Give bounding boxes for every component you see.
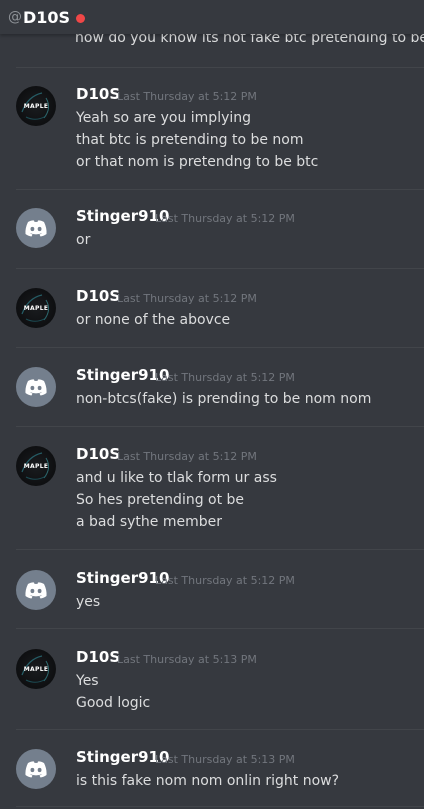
avatar[interactable]: MAPLE — [16, 288, 56, 328]
at-symbol: @ — [8, 9, 22, 25]
clipped-message-text: how do you know its not fake btc pretend… — [75, 32, 424, 46]
message-divider — [16, 189, 424, 190]
message-divider — [16, 549, 424, 550]
timestamp: Last Thursday at 5:13 PM — [117, 653, 257, 666]
message-content: yes — [76, 591, 100, 613]
username[interactable]: D10S — [76, 648, 120, 666]
username[interactable]: D10S — [76, 85, 120, 103]
message-content: non-btcs(fake) is prending to be nom nom — [76, 388, 371, 410]
username[interactable]: D10S — [76, 445, 120, 463]
message-line: and u like to tlak form ur ass — [76, 470, 277, 486]
channel-title[interactable]: D10S — [23, 8, 70, 27]
username[interactable]: D10S — [76, 287, 120, 305]
message-line: non-btcs(fake) is prending to be nom nom — [76, 391, 372, 407]
message-divider — [16, 268, 424, 269]
message-content: is this fake nom nom onlin right now? — [76, 770, 339, 792]
status-dot — [76, 13, 86, 23]
timestamp: Last Thursday at 5:13 PM — [155, 753, 295, 766]
maple-logo-text: MAPLE — [23, 462, 49, 470]
timestamp: Last Thursday at 5:12 PM — [117, 292, 257, 305]
message-content: Yeah so are you implying that btc is pret… — [76, 107, 318, 173]
channel-header: @ D10S — [0, 0, 424, 34]
message-line: is this fake nom nom onlin right now? — [76, 773, 340, 789]
maple-logo-text: MAPLE — [23, 665, 49, 673]
message-divider — [16, 426, 424, 427]
message-line: or — [76, 232, 91, 248]
message-line: Good logic — [76, 695, 151, 711]
message-line: or that nom is pretendng to be btc — [76, 154, 319, 170]
message-line: So hes pretending ot be — [76, 492, 245, 508]
message-content: Yes Good logic — [76, 670, 150, 714]
timestamp: Last Thursday at 5:12 PM — [117, 90, 257, 103]
message-divider — [16, 67, 424, 68]
avatar[interactable]: MAPLE — [16, 446, 56, 486]
timestamp: Last Thursday at 5:12 PM — [155, 574, 295, 587]
message-content: or — [76, 229, 90, 251]
timestamp: Last Thursday at 5:12 PM — [155, 371, 295, 384]
message-divider — [16, 729, 424, 730]
message-line: yes — [76, 594, 101, 610]
discord-logo-icon[interactable] — [16, 208, 56, 248]
maple-logo-text: MAPLE — [23, 304, 49, 312]
message-line: Yes — [76, 673, 99, 689]
message-content: or none of the abovce — [76, 309, 230, 331]
message-content: and u like to tlak form ur ass So hes pre… — [76, 467, 277, 533]
message-divider — [16, 628, 424, 629]
message-line: a bad sythe member — [76, 514, 222, 530]
message-divider — [16, 347, 424, 348]
message-line: that btc is pretending to be nom — [76, 132, 304, 148]
message-divider — [16, 806, 424, 807]
maple-logo-text: MAPLE — [23, 102, 49, 110]
message-line: Yeah so are you implying — [76, 110, 252, 126]
avatar[interactable]: MAPLE — [16, 86, 56, 126]
timestamp: Last Thursday at 5:12 PM — [117, 450, 257, 463]
discord-logo-icon[interactable] — [16, 749, 56, 789]
message-line: or none of the abovce — [76, 312, 231, 328]
discord-logo-icon[interactable] — [16, 570, 56, 610]
timestamp: Last Thursday at 5:12 PM — [155, 212, 295, 225]
clipped-previous-message: how do you know its not fake btc pretend… — [75, 32, 424, 46]
discord-logo-icon[interactable] — [16, 367, 56, 407]
avatar[interactable]: MAPLE — [16, 649, 56, 689]
